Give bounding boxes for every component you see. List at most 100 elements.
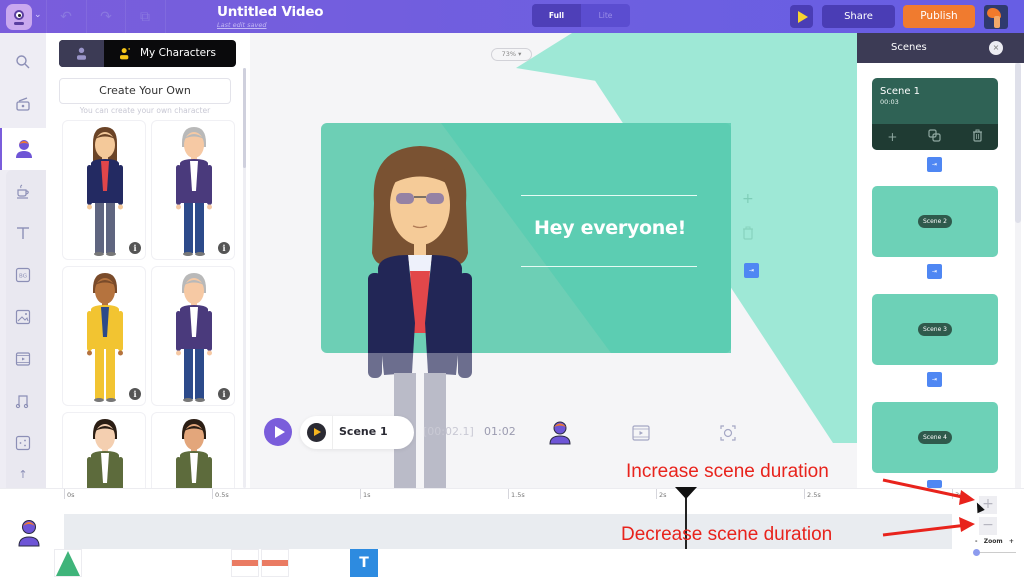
line-element-thumbnail[interactable] [231, 549, 259, 577]
text-icon[interactable] [0, 212, 46, 254]
annotation-increase: Increase scene duration [626, 461, 829, 482]
undo-icon[interactable]: ↶ [56, 7, 76, 27]
video-track-icon[interactable] [630, 421, 652, 445]
duplicate-scene-icon[interactable] [928, 129, 941, 145]
app-logo[interactable] [6, 4, 32, 30]
timeline: 0s0.5s1s1.5s2s2.5s3s T + − - Zoom + [0, 487, 1024, 582]
scenes-scrollbar-thumb[interactable] [1015, 63, 1021, 223]
character-figure [87, 127, 123, 256]
top-bar: ⌄ ↶ ↷ ⧉ Untitled Video Last edit saved F… [0, 0, 1024, 33]
search-icon[interactable] [0, 41, 46, 83]
current-timecode: [00:02.1] [423, 425, 474, 438]
zoom-level-dropdown[interactable]: 73% ▾ [491, 48, 532, 61]
delete-scene-icon[interactable] [972, 129, 983, 145]
zoom-slider-knob[interactable] [973, 549, 981, 556]
upload-icon[interactable]: ↑ [0, 461, 46, 487]
scene-card[interactable]: Scene 2 [872, 186, 998, 257]
play-all-button[interactable] [264, 418, 292, 446]
scene-card-active[interactable]: Scene 1 00:03 + [872, 78, 998, 150]
timeline-tick-label: 1.5s [511, 491, 525, 499]
headline-text[interactable]: Hey everyone! [505, 217, 715, 239]
image-icon[interactable] [0, 296, 46, 338]
scenes-title: Scenes [891, 42, 927, 53]
mode-toggle[interactable]: Full Lite [532, 4, 630, 27]
timeline-tick [508, 489, 509, 499]
character-figure [176, 127, 212, 256]
line-element-thumbnail[interactable] [261, 549, 289, 577]
publish-button[interactable]: Publish [903, 5, 975, 28]
props-icon[interactable] [0, 170, 46, 212]
person-icon [77, 47, 86, 60]
timeline-tick [212, 489, 213, 499]
effects-icon[interactable] [0, 422, 46, 464]
total-duration: 01:02 [484, 425, 516, 438]
divider-top [521, 195, 697, 196]
background-icon[interactable]: BG [0, 254, 46, 296]
playhead-handle[interactable] [674, 487, 697, 499]
mode-lite[interactable]: Lite [581, 4, 630, 27]
timeline-tick [64, 489, 65, 499]
tab-label: My Characters [140, 47, 216, 59]
info-icon[interactable]: i [129, 388, 141, 400]
trash-icon[interactable] [742, 226, 754, 244]
zoom-in-button[interactable]: + [1009, 538, 1014, 545]
character-figure [87, 273, 123, 402]
save-status[interactable]: Last edit saved [217, 21, 267, 29]
character-card[interactable]: i [62, 266, 146, 406]
info-icon[interactable]: i [129, 242, 141, 254]
timeline-tick-label: 2.5s [807, 491, 821, 499]
scene-play-pill[interactable]: Scene 1 [300, 416, 414, 449]
timeline-tick-label: 0.5s [215, 491, 229, 499]
annotation-decrease: Decrease scene duration [621, 524, 833, 545]
text-element-thumbnail[interactable]: T [350, 549, 378, 577]
video-icon[interactable] [0, 338, 46, 380]
character-figure [176, 273, 212, 402]
chevron-down-icon[interactable]: ⌄ [34, 10, 42, 20]
tab-all-characters[interactable] [59, 40, 104, 67]
character-tabs: My Characters [59, 40, 236, 67]
play-scene-button[interactable] [307, 423, 326, 442]
character-track-icon[interactable] [549, 421, 571, 445]
shape-element-thumbnail[interactable] [54, 549, 82, 577]
duplicate-icon[interactable]: ⧉ [135, 7, 155, 27]
zoom-slider[interactable] [974, 552, 1016, 553]
create-your-own-button[interactable]: Create Your Own [59, 78, 231, 104]
share-button[interactable]: Share [822, 5, 895, 28]
scenes-panel: Scenes × Scene 1 00:03 + ⇥ Scene 2 ⇥ Sce… [857, 33, 1024, 488]
info-icon[interactable]: i [218, 388, 230, 400]
annotation-arrows [882, 478, 975, 537]
transition-icon[interactable]: ⇥ [744, 263, 759, 278]
person-star-icon [120, 48, 130, 60]
characters-icon[interactable] [0, 128, 46, 170]
create-hint: You can create your own character [79, 106, 211, 115]
left-rail: BG ↑ [0, 33, 46, 490]
character-card[interactable]: i [151, 120, 235, 260]
transition-button[interactable]: ⇥ [927, 264, 942, 279]
preview-play-button[interactable] [790, 5, 813, 28]
close-icon[interactable]: × [989, 41, 1003, 55]
info-icon[interactable]: i [218, 242, 230, 254]
redo-icon[interactable]: ↷ [96, 7, 116, 27]
user-avatar[interactable] [984, 5, 1008, 29]
music-icon[interactable] [0, 380, 46, 422]
scene-card[interactable]: Scene 4 [872, 402, 998, 473]
scenes-icon[interactable] [0, 83, 46, 125]
add-icon[interactable]: + [742, 191, 754, 207]
mode-full[interactable]: Full [532, 4, 581, 27]
add-scene-icon[interactable]: + [887, 130, 897, 144]
character-card[interactable]: i [151, 266, 235, 406]
timeline-tick-label: 1s [363, 491, 371, 499]
active-scene-time: 00:03 [880, 98, 899, 106]
timeline-tick [804, 489, 805, 499]
character-card[interactable]: i [62, 120, 146, 260]
character-scrollbar-thumb[interactable] [243, 68, 246, 168]
timeline-tick [656, 489, 657, 499]
transition-button[interactable]: ⇥ [927, 372, 942, 387]
video-title[interactable]: Untitled Video [217, 4, 324, 20]
scene-card[interactable]: Scene 3 [872, 294, 998, 365]
tab-my-characters[interactable]: My Characters [104, 40, 236, 67]
svg-text:BG: BG [19, 274, 27, 280]
camera-focus-icon[interactable] [717, 421, 739, 445]
scene-toolstrip: + [872, 124, 998, 150]
transition-button[interactable]: ⇥ [927, 157, 942, 172]
